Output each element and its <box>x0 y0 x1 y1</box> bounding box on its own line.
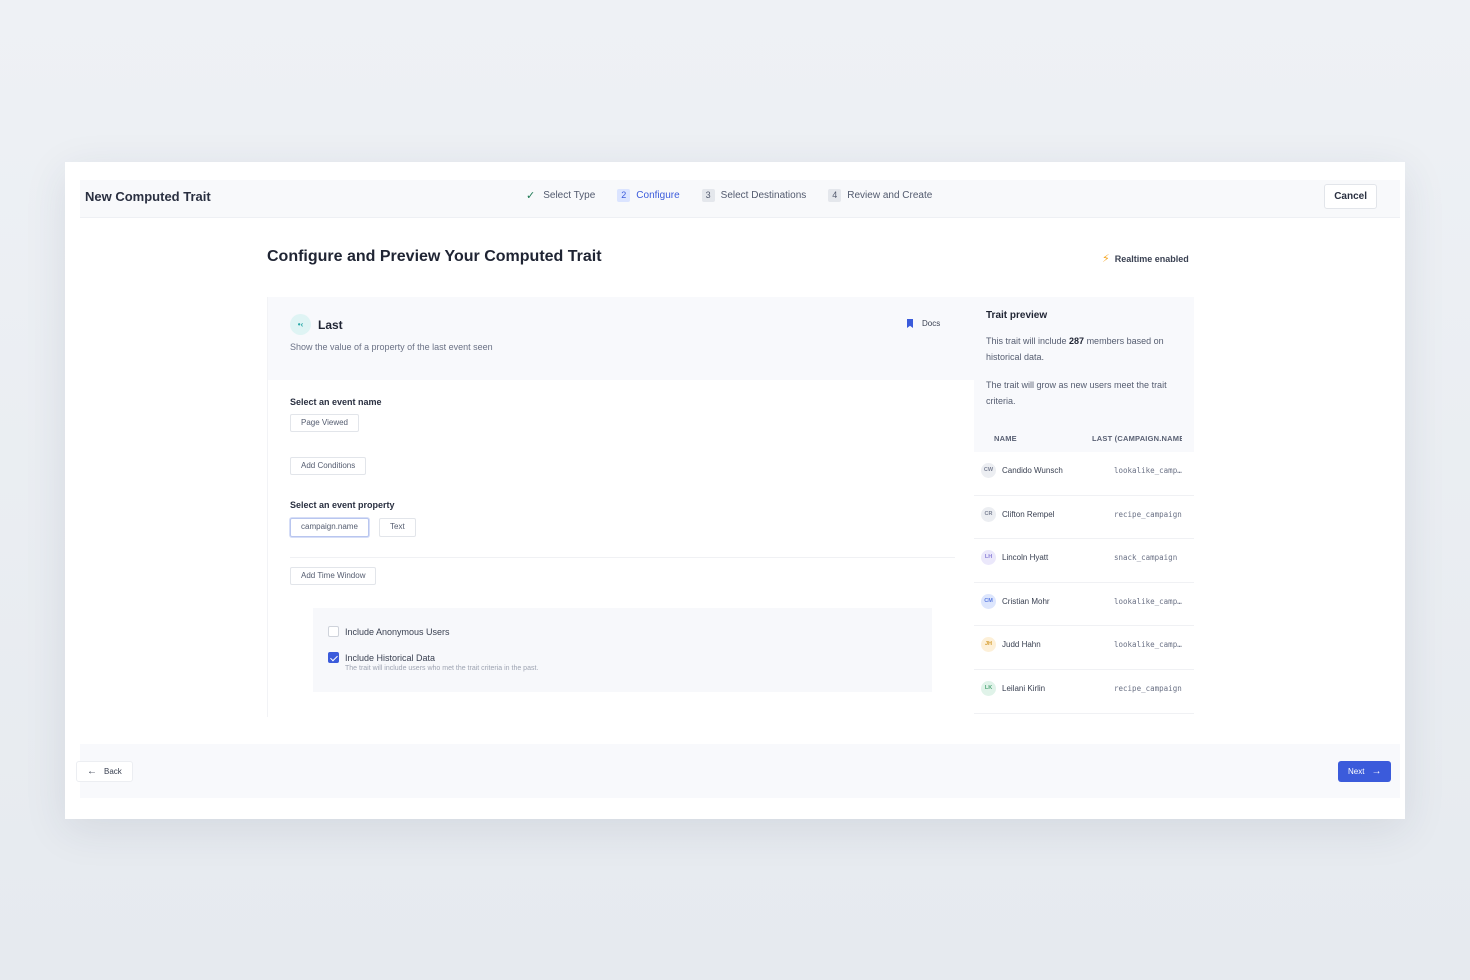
step-select-type[interactable]: ✓ Select Type <box>526 189 595 202</box>
step-label: Review and Create <box>847 190 933 201</box>
table-row[interactable]: CR Clifton Rempel recipe_campaign <box>974 496 1194 540</box>
include-historical-help: The trait will include users who met the… <box>345 665 539 672</box>
preview-title: Trait preview <box>986 310 1048 321</box>
add-time-window-button[interactable]: Add Time Window <box>290 567 377 585</box>
avatar: JH <box>981 637 996 653</box>
realtime-label: Realtime enabled <box>1114 253 1189 264</box>
arrow-right-icon: → <box>1371 766 1382 777</box>
row-name: Clifton Rempel <box>1002 509 1055 519</box>
table-row[interactable]: CM Cristian Mohr lookalike_campaign <box>974 583 1194 627</box>
next-button[interactable]: Next → <box>1338 761 1392 782</box>
row-value: lookalike_campaign <box>1114 596 1186 606</box>
trait-type-header: •‹ Last Show the value of a property of … <box>268 297 975 380</box>
step-label: Select Destinations <box>720 190 807 201</box>
member-count: 287 <box>1069 336 1085 346</box>
stepper: ✓ Select Type 2 Configure 3 Select Desti… <box>526 189 954 202</box>
step-label: Configure <box>636 190 680 201</box>
preview-summary: Trait preview This trait will include 28… <box>974 297 1194 421</box>
include-anonymous-option[interactable]: Include Anonymous Users <box>328 626 450 637</box>
event-name-label: Select an event name <box>290 397 382 407</box>
header-bar: New Computed Trait ✓ Select Type 2 Confi… <box>80 180 1400 218</box>
preview-growth-text: The trait will grow as new users meet th… <box>986 380 1167 406</box>
footer-bar: ← Back Next → <box>76 744 1400 798</box>
computed-trait-window: New Computed Trait ✓ Select Type 2 Confi… <box>65 162 1405 819</box>
row-name: Leilani Kirlin <box>1002 684 1046 693</box>
page-header-title: New Computed Trait <box>85 189 211 204</box>
property-type-select[interactable]: Text <box>379 518 416 537</box>
lightning-icon: ⚡ <box>1102 253 1110 265</box>
step-number: 2 <box>617 189 631 202</box>
trait-type-description: Show the value of a property of the last… <box>290 342 493 352</box>
arrow-left-icon: ← <box>87 766 97 777</box>
step-number: 4 <box>828 189 842 202</box>
checkmark-icon: ✓ <box>526 190 536 202</box>
table-row[interactable]: LK Leilani Kirlin recipe_campaign <box>974 670 1194 714</box>
avatar: LH <box>981 550 996 566</box>
row-name: Judd Hahn <box>1002 640 1041 650</box>
row-value: recipe_campaign <box>1114 509 1182 519</box>
row-name: Cristian Mohr <box>1002 596 1050 606</box>
config-panel: •‹ Last Show the value of a property of … <box>267 297 975 717</box>
event-name-select[interactable]: Page Viewed <box>290 414 359 432</box>
avatar: CR <box>981 506 996 522</box>
divider <box>290 557 955 558</box>
bookmark-icon <box>907 319 913 328</box>
step-select-destinations[interactable]: 3 Select Destinations <box>701 189 807 202</box>
row-value: lookalike_campaign <box>1114 640 1186 650</box>
column-name: NAME <box>994 434 1017 443</box>
docs-label: Docs <box>922 319 941 328</box>
trait-preview-panel: Trait preview This trait will include 28… <box>974 297 1194 715</box>
preview-table-header: NAME LAST (CAMPAIGN.NAME) <box>974 421 1194 452</box>
row-value: snack_campaign <box>1114 553 1178 563</box>
table-row[interactable]: JH Judd Hahn lookalike_campaign <box>974 626 1194 670</box>
realtime-status: ⚡ Realtime enabled <box>1102 252 1189 265</box>
row-value: recipe_campaign <box>1114 684 1182 693</box>
add-conditions-button[interactable]: Add Conditions <box>290 457 367 475</box>
avatar: LK <box>981 681 996 696</box>
back-button[interactable]: ← Back <box>76 761 133 782</box>
include-historical-option[interactable]: Include Historical Data <box>328 652 435 663</box>
include-anonymous-label: Include Anonymous Users <box>345 626 450 637</box>
include-historical-label: Include Historical Data <box>345 652 436 663</box>
step-configure[interactable]: 2 Configure <box>617 189 680 202</box>
trait-type-title: Last <box>318 318 343 332</box>
preview-member-text: This trait will include 287 members base… <box>986 336 1164 362</box>
column-last-value: LAST (CAMPAIGN.NAME) <box>1092 434 1182 443</box>
last-event-icon: •‹ <box>290 314 311 335</box>
table-row[interactable]: CW Candido Wunsch lookalike_campaign <box>974 452 1194 496</box>
row-value: lookalike_campaign <box>1114 466 1186 475</box>
row-name: Lincoln Hyatt <box>1002 553 1049 563</box>
back-label: Back <box>104 767 122 776</box>
step-number: 3 <box>701 189 715 202</box>
table-row[interactable]: LH Lincoln Hyatt snack_campaign <box>974 539 1194 583</box>
event-property-select[interactable]: campaign.name <box>290 518 369 537</box>
row-name: Candido Wunsch <box>1002 466 1063 475</box>
include-anonymous-checkbox[interactable] <box>328 626 339 637</box>
avatar: CM <box>981 593 996 609</box>
event-property-label: Select an event property <box>290 500 395 510</box>
include-historical-checkbox[interactable] <box>328 652 339 663</box>
cancel-button[interactable]: Cancel <box>1324 184 1377 209</box>
page-title: Configure and Preview Your Computed Trai… <box>267 248 602 265</box>
docs-link[interactable]: Docs <box>907 319 940 328</box>
avatar: CW <box>981 463 996 478</box>
next-label: Next <box>1348 767 1365 776</box>
step-review-and-create[interactable]: 4 Review and Create <box>828 189 932 202</box>
step-label: Select Type <box>543 190 596 201</box>
options-box: Include Anonymous Users Include Historic… <box>313 608 932 692</box>
